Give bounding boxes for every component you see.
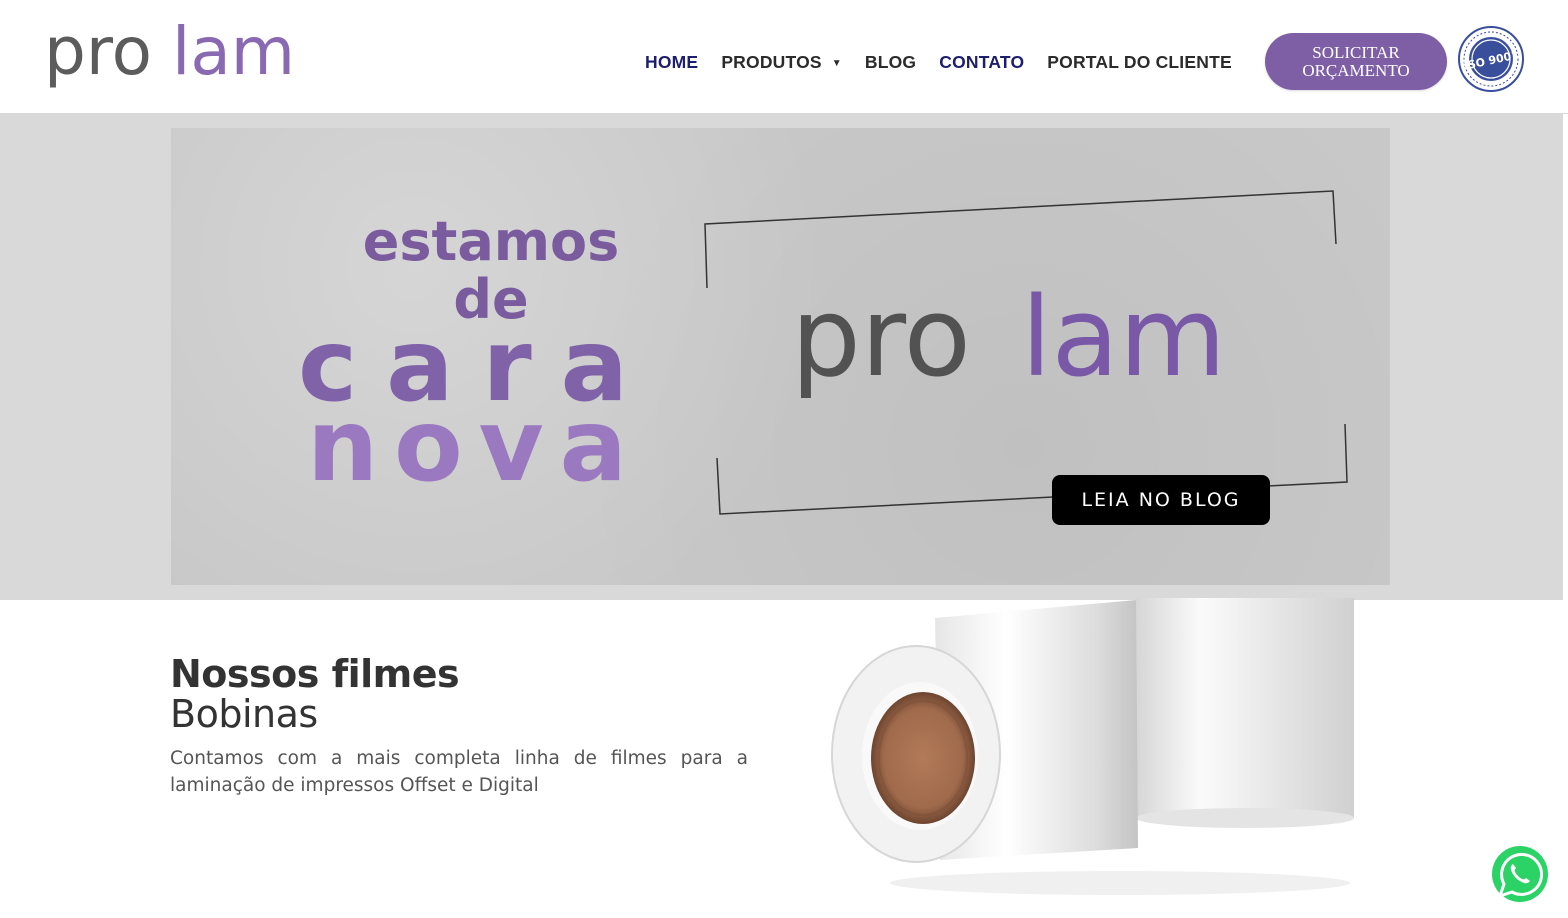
chevron-down-icon: ▼: [831, 58, 842, 69]
nav-produtos-label: PRODUTOS: [721, 51, 822, 72]
banner-headline: estamos de cara nova: [291, 168, 651, 498]
solicitar-orcamento-button[interactable]: SOLICITAR ORÇAMENTO: [1265, 33, 1447, 90]
nav-produtos[interactable]: PRODUTOS ▼: [721, 52, 842, 73]
banner-logo-lam: lam: [1021, 273, 1226, 401]
headline-line-4: nova: [307, 387, 627, 498]
iso-9001-seal-icon: ISO 9001: [1458, 26, 1524, 92]
nav-blog-label: BLOG: [864, 51, 917, 72]
nav-portal-do-cliente[interactable]: PORTAL DO CLIENTE: [1047, 52, 1232, 73]
film-rolls-image: [820, 598, 1400, 898]
cta-line-2: ORÇAMENTO: [1302, 60, 1410, 80]
section-subtitle: Bobinas: [170, 692, 318, 736]
blog-button-label: LEIA NO BLOG: [1081, 489, 1241, 511]
main-nav: HOME PRODUTOS ▼ BLOG CONTATO PORTAL DO CL…: [645, 48, 1255, 76]
nav-blog[interactable]: BLOG: [865, 52, 916, 73]
whatsapp-icon[interactable]: [1490, 844, 1550, 904]
site-logo[interactable]: pro lam: [44, 6, 314, 102]
hero-banner[interactable]: estamos de cara nova pro lam LEIA NO BLO…: [171, 128, 1390, 585]
nav-contato[interactable]: CONTATO: [939, 52, 1024, 73]
banner-logo: pro lam: [791, 273, 1271, 403]
section-title: Nossos filmes: [170, 652, 460, 696]
nav-home[interactable]: HOME: [645, 52, 698, 73]
leia-no-blog-button[interactable]: LEIA NO BLOG: [1052, 475, 1270, 525]
section-description: Contamos com a mais completa linha de fi…: [170, 748, 748, 796]
banner-logo-pro: pro: [791, 273, 971, 401]
nav-home-label: HOME: [645, 51, 699, 72]
logo-text-lam: lam: [172, 13, 295, 90]
site-header: pro lam HOME PRODUTOS ▼ BLOG CONTATO PORT…: [0, 0, 1568, 114]
nav-contato-label: CONTATO: [939, 51, 1025, 72]
logo-text-pro: pro: [44, 13, 152, 90]
nav-portal-label: PORTAL DO CLIENTE: [1047, 51, 1232, 72]
cta-line-1: SOLICITAR: [1312, 42, 1400, 62]
headline-line-1: estamos: [363, 210, 620, 273]
